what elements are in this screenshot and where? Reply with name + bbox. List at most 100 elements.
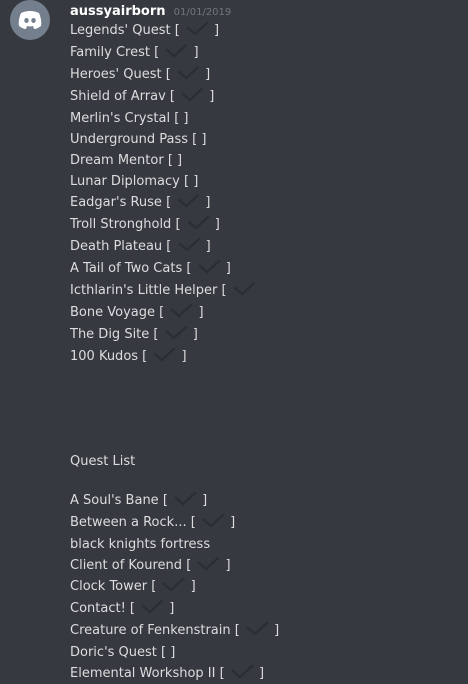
close-bracket: ]: [200, 67, 211, 82]
quest-name: Heroes' Quest: [70, 67, 162, 82]
open-bracket: [: [158, 493, 173, 508]
open-bracket: [: [163, 153, 178, 168]
quest-line: Lunar Diplomacy [ ]: [70, 171, 257, 192]
quest-line: Troll Stronghold [ ]: [70, 214, 257, 236]
quest-name: Underground Pass: [70, 132, 189, 147]
checkmark-icon: [152, 348, 176, 362]
open-bracket: [: [217, 283, 231, 298]
close-bracket: ]: [221, 558, 231, 573]
quest-name: Bone Voyage: [70, 305, 155, 320]
quest-line: Legends' Quest [ ]: [70, 20, 257, 42]
checkmark-icon: [164, 44, 188, 58]
close-bracket: ]: [177, 349, 187, 364]
quest-name: Client of Kourend: [70, 558, 183, 573]
quest-line: black knights fortress: [70, 534, 279, 555]
checkmark-icon: [180, 88, 204, 102]
message-content-block-2: A Soul's Bane [ ] Between a Rock... [ ] bl…: [70, 490, 279, 684]
close-bracket: ]: [201, 132, 207, 147]
checkmark-icon: [232, 282, 256, 296]
open-bracket: [: [170, 111, 184, 126]
close-bracket: ]: [188, 327, 198, 342]
quest-name: black knights fortress: [70, 537, 211, 552]
quest-line: Shield of Arrav [ ]: [70, 86, 257, 108]
quest-line: Bone Voyage [ ]: [70, 302, 257, 324]
open-bracket: [: [149, 327, 163, 342]
quest-list-heading: Quest List: [70, 451, 135, 472]
quest-name: Contact!: [70, 601, 126, 616]
quest-name: Troll Stronghold: [70, 217, 172, 232]
quest-name: Icthlarin's Little Helper: [70, 283, 218, 298]
close-bracket: ]: [205, 89, 215, 104]
close-bracket: ]: [210, 217, 220, 232]
close-bracket: ]: [221, 261, 231, 276]
close-bracket: ]: [189, 45, 199, 60]
open-bracket: [: [179, 174, 194, 189]
close-bracket: ]: [170, 645, 176, 660]
message-content-block-1: Legends' Quest [ ] Family Crest [ ] Heroes…: [70, 20, 257, 367]
checkmark-icon: [176, 66, 200, 80]
quest-line: Death Plateau [ ]: [70, 236, 257, 258]
quest-name: A Tail of Two Cats: [70, 261, 183, 276]
quest-name: Shield of Arrav: [70, 89, 166, 104]
checkmark-icon: [140, 600, 164, 614]
checkmark-icon: [201, 514, 225, 528]
close-bracket: ]: [183, 111, 189, 126]
quest-name: Death Plateau: [70, 239, 163, 254]
open-bracket: [: [186, 515, 200, 530]
quest-line: A Tail of Two Cats [ ]: [70, 258, 257, 280]
open-bracket: [: [182, 558, 196, 573]
quest-name: Lunar Diplomacy: [70, 174, 180, 189]
quest-name: Between a Rock...: [70, 515, 187, 530]
quest-line: Family Crest [ ]: [70, 42, 257, 64]
checkmark-icon: [186, 216, 210, 230]
quest-name: Legends' Quest: [70, 23, 171, 38]
close-bracket: ]: [186, 579, 196, 594]
quest-name: Eadgar's Ruse: [70, 195, 162, 210]
open-bracket: [: [230, 623, 244, 638]
quest-name: Dream Mentor: [70, 153, 164, 168]
close-bracket: ]: [194, 305, 204, 320]
quest-line: Dream Mentor [ ]: [70, 150, 257, 171]
close-bracket: ]: [201, 239, 211, 254]
close-bracket: ]: [269, 623, 280, 638]
open-bracket: [: [165, 89, 180, 104]
checkmark-icon: [245, 622, 269, 636]
avatar[interactable]: [10, 0, 50, 40]
quest-line: 100 Kudos [ ]: [70, 346, 257, 367]
checkmark-icon: [173, 492, 197, 506]
discord-logo-icon: [18, 11, 42, 29]
open-bracket: [: [155, 305, 169, 320]
quest-line: Clock Tower [ ]: [70, 576, 279, 598]
quest-name: Clock Tower: [70, 579, 148, 594]
open-bracket: [: [138, 349, 152, 364]
quest-line: The Dig Site [ ]: [70, 324, 257, 346]
username[interactable]: aussyairborn: [70, 4, 166, 19]
quest-line: Doric's Quest [ ]: [70, 642, 279, 663]
close-bracket: ]: [193, 174, 199, 189]
quest-line: Eadgar's Ruse [ ]: [70, 192, 257, 214]
message-header: aussyairborn 01/01/2019: [70, 0, 231, 19]
checkmark-icon: [176, 194, 200, 208]
open-bracket: [: [162, 239, 176, 254]
quest-line: Icthlarin's Little Helper [: [70, 280, 257, 302]
quest-line: Client of Kourend [ ]: [70, 555, 279, 576]
quest-line: Between a Rock... [ ]: [70, 512, 279, 534]
close-bracket: ]: [225, 515, 236, 530]
timestamp: 01/01/2019: [173, 7, 232, 18]
checkmark-icon: [196, 557, 220, 571]
close-bracket: ]: [165, 601, 175, 616]
quest-name: Doric's Quest: [70, 645, 157, 660]
quest-name: Creature of Fenkenstrain: [70, 623, 231, 638]
quest-line: Merlin's Crystal [ ]: [70, 108, 257, 129]
close-bracket: ]: [201, 195, 211, 210]
open-bracket: [: [161, 195, 176, 210]
quest-line: Creature of Fenkenstrain [ ]: [70, 620, 279, 642]
quest-name: Merlin's Crystal: [70, 111, 171, 126]
checkmark-icon: [185, 22, 209, 36]
checkmark-icon: [164, 326, 188, 340]
quest-line: Heroes' Quest [ ]: [70, 64, 257, 86]
close-bracket: ]: [177, 153, 183, 168]
quest-list-heading-text: Quest List: [70, 454, 136, 469]
open-bracket: [: [147, 579, 161, 594]
open-bracket: [: [125, 601, 140, 616]
